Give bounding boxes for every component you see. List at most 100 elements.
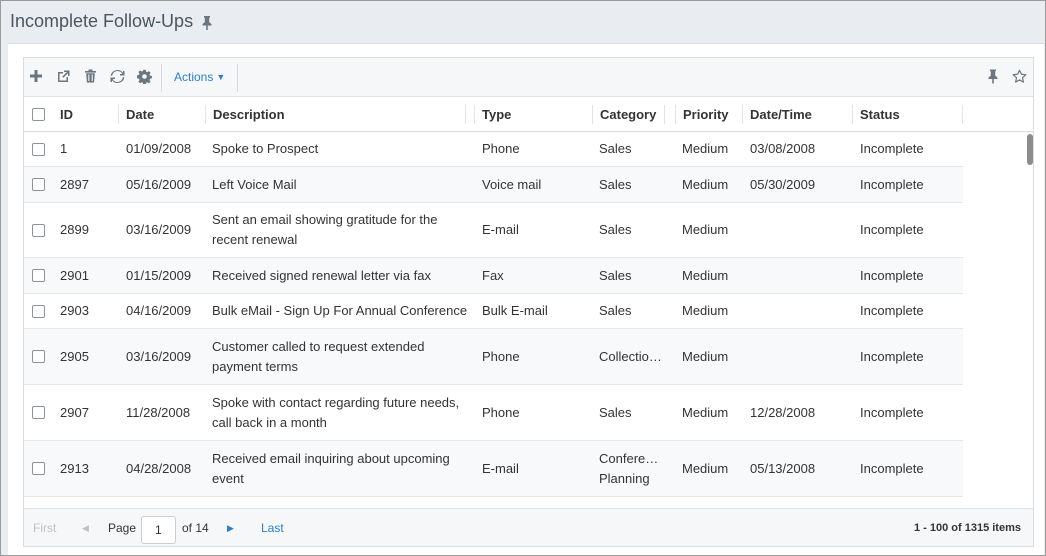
table-row[interactable]: 1 01/09/2008 Spoke to Prospect Phone Sal… <box>24 132 963 167</box>
column-header-description[interactable]: Description <box>207 97 285 132</box>
first-page-link[interactable]: First <box>33 509 56 546</box>
cell-status: Incomplete <box>860 222 924 237</box>
cell-category: Sales <box>599 303 632 318</box>
row-checkbox[interactable] <box>32 269 45 282</box>
cell-priority: Medium <box>682 348 729 364</box>
cell-category: Sales <box>599 141 632 156</box>
cell-type: Bulk E-mail <box>482 303 548 318</box>
cell-date: 03/16/2009 <box>126 348 192 364</box>
column-header-id[interactable]: ID <box>54 97 73 132</box>
cell-description: Left Voice Mail <box>212 176 297 192</box>
column-header-date[interactable]: Date <box>120 97 154 132</box>
cell-type: Fax <box>482 267 504 283</box>
add-icon[interactable] <box>28 68 44 84</box>
column-divider <box>465 105 466 124</box>
refresh-icon[interactable] <box>109 68 125 84</box>
cell-date: 04/16/2009 <box>126 303 192 318</box>
row-checkbox[interactable] <box>32 462 45 475</box>
pin-icon[interactable] <box>985 68 1001 84</box>
cell-id: 2913 <box>60 460 89 476</box>
content-panel: Actions ▼ ID Date Description Type Catego… <box>8 43 1044 555</box>
column-header-type[interactable]: Type <box>476 97 511 132</box>
row-checkbox[interactable] <box>32 178 45 191</box>
table-row[interactable]: 2897 05/16/2009 Left Voice Mail Voice ma… <box>24 167 963 203</box>
cell-type: Voice mail <box>482 176 542 192</box>
column-divider <box>205 105 206 124</box>
column-header-category[interactable]: Category <box>594 97 656 132</box>
cell-date-time: 05/13/2008 <box>750 460 816 476</box>
column-divider <box>852 105 853 124</box>
cell-id: 2899 <box>60 222 89 237</box>
page-number-input[interactable] <box>141 516 176 544</box>
column-header-status[interactable]: Status <box>854 97 900 132</box>
cell-priority: Medium <box>682 267 729 283</box>
cell-status: Incomplete <box>860 141 924 156</box>
cell-category: Sales <box>599 404 632 420</box>
cell-priority: Medium <box>682 303 729 318</box>
cell-date: 01/15/2009 <box>126 267 192 283</box>
toolbar-divider <box>161 64 162 92</box>
prev-page-icon[interactable]: ◀ <box>82 509 89 546</box>
grid-body: 1 01/09/2008 Spoke to Prospect Phone Sal… <box>24 132 1033 508</box>
cell-description: Customer called to request extended paym… <box>212 338 425 374</box>
cell-type: E-mail <box>482 460 519 476</box>
open-external-icon[interactable] <box>55 68 71 84</box>
row-checkbox[interactable] <box>32 305 45 318</box>
cell-date: 04/28/2008 <box>126 460 192 476</box>
row-checkbox[interactable] <box>32 406 45 419</box>
row-checkbox[interactable] <box>32 350 45 363</box>
column-header-date-time[interactable]: Date/Time <box>744 97 812 132</box>
column-divider <box>592 105 593 124</box>
cell-id: 2907 <box>60 404 89 420</box>
cell-category: Collectio… <box>599 348 662 364</box>
cell-id: 2905 <box>60 348 89 364</box>
vertical-scrollbar[interactable] <box>1025 132 1033 508</box>
cell-type: Phone <box>482 348 520 364</box>
cell-id: 1 <box>60 141 68 156</box>
toolbar-divider <box>237 64 238 92</box>
column-divider <box>474 105 475 124</box>
cell-date: 03/16/2009 <box>126 222 192 237</box>
table-row[interactable]: 2913 04/28/2008 Received email inquiring… <box>24 441 963 497</box>
cell-status: Incomplete <box>860 348 924 364</box>
column-divider <box>118 105 119 124</box>
next-page-icon[interactable]: ▶ <box>227 509 234 546</box>
row-checkbox[interactable] <box>32 224 45 237</box>
cell-type: E-mail <box>482 222 519 237</box>
column-header-priority[interactable]: Priority <box>677 97 729 132</box>
pager: First ◀ Page of 14 ▶ Last 1 - 100 of 131… <box>24 508 1033 546</box>
cell-priority: Medium <box>682 404 729 420</box>
cell-description: Sent an email showing gratitude for the … <box>212 212 438 247</box>
cell-date: 01/09/2008 <box>126 141 192 156</box>
cell-status: Incomplete <box>860 404 924 420</box>
row-checkbox[interactable] <box>32 143 45 156</box>
cell-date-time: 03/08/2008 <box>750 141 816 156</box>
cell-category: Sales <box>599 222 632 237</box>
gear-icon[interactable] <box>136 68 152 84</box>
column-divider <box>962 105 963 124</box>
table-row[interactable]: 2905 03/16/2009 Customer called to reque… <box>24 329 963 385</box>
cell-description: Bulk eMail - Sign Up For Annual Conferen… <box>212 303 468 318</box>
trash-icon[interactable] <box>82 68 98 84</box>
cell-type: Phone <box>482 404 520 420</box>
last-page-link[interactable]: Last <box>261 509 284 546</box>
table-row[interactable]: 2901 01/15/2009 Received signed renewal … <box>24 258 963 294</box>
cell-id: 2897 <box>60 176 89 192</box>
column-divider <box>675 105 676 124</box>
cell-status: Incomplete <box>860 460 924 476</box>
table-row[interactable]: 2903 04/16/2009 Bulk eMail - Sign Up For… <box>24 294 963 329</box>
cell-description: Received email inquiring about upcoming … <box>212 450 450 486</box>
items-count-label: 1 - 100 of 1315 items <box>913 522 1021 534</box>
title-pin-icon[interactable] <box>200 15 214 31</box>
title-bar: Incomplete Follow-Ups <box>1 1 1045 43</box>
cell-category: Sales <box>599 176 632 192</box>
page-title: Incomplete Follow-Ups <box>10 11 194 31</box>
actions-dropdown[interactable]: Actions ▼ <box>174 70 225 84</box>
table-row[interactable]: 2899 03/16/2009 Sent an email showing gr… <box>24 203 963 258</box>
select-all-checkbox[interactable] <box>32 108 45 121</box>
cell-id: 2903 <box>60 303 89 318</box>
cell-date-time: 12/28/2008 <box>750 404 816 420</box>
table-row[interactable]: 2907 11/28/2008 Spoke with contact regar… <box>24 385 963 441</box>
scrollbar-thumb[interactable] <box>1027 134 1033 165</box>
star-icon[interactable] <box>1011 68 1027 84</box>
